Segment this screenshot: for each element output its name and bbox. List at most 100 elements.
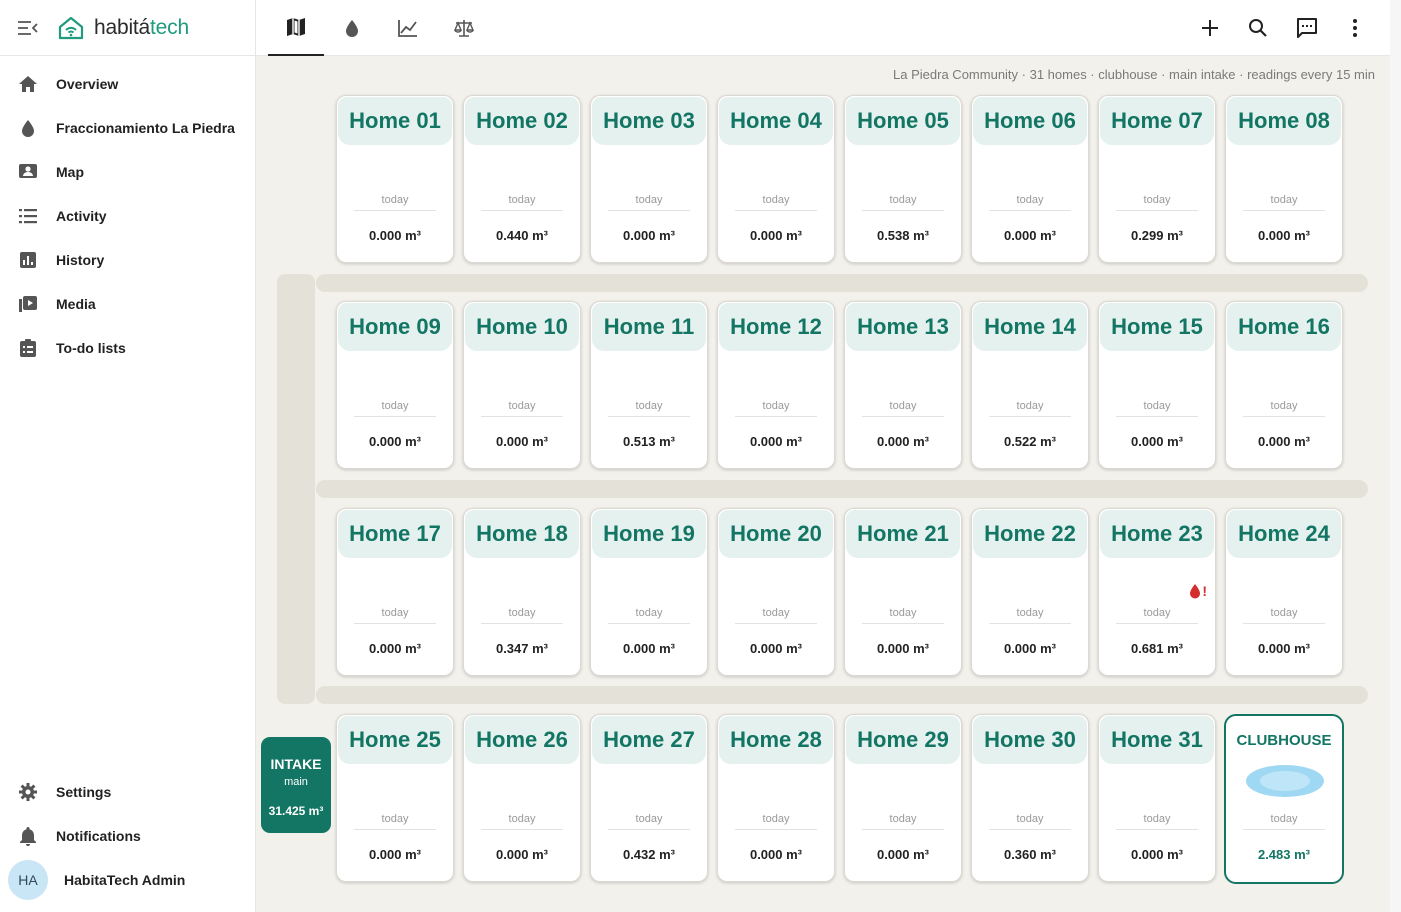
home-title: Home 15 [1100, 303, 1214, 351]
home-card[interactable]: Home 15 today 0.000 m³ [1098, 301, 1216, 469]
divider [354, 623, 436, 624]
today-label: today [1143, 813, 1171, 825]
sidebar-item-overview[interactable]: Overview [0, 62, 255, 106]
tab-water[interactable] [324, 0, 380, 56]
home-card[interactable]: Home 21 today 0.000 m³ [844, 508, 962, 676]
today-label: today [381, 607, 409, 619]
scrollbar[interactable] [1390, 0, 1401, 912]
divider [354, 210, 436, 211]
home-reading: 0.000 m³ [495, 847, 549, 862]
tab-balance[interactable] [436, 0, 492, 56]
today-label: today [762, 813, 790, 825]
home-card[interactable]: Home 26 today 0.000 m³ [463, 714, 581, 882]
home-title: Home 08 [1227, 97, 1341, 145]
today-label: today [1143, 194, 1171, 206]
home-card[interactable]: Home 29 today 0.000 m³ [844, 714, 962, 882]
community-map: La Piedra Community · 31 homes · clubhou… [256, 56, 1390, 912]
clubhouse-card[interactable]: CLUBHOUSE today 2.483 m³ [1224, 714, 1344, 884]
home-reading: 0.538 m³ [876, 228, 930, 243]
scale-icon [453, 20, 475, 37]
sidebar-item-map[interactable]: Map [0, 150, 255, 194]
divider [481, 623, 563, 624]
home-card[interactable]: Home 23! today 0.681 m³ [1098, 508, 1216, 676]
home-card[interactable]: Home 16 today 0.000 m³ [1225, 301, 1343, 469]
today-label: today [1016, 400, 1044, 412]
tab-map[interactable] [268, 0, 324, 56]
divider [481, 416, 563, 417]
home-card[interactable]: Home 25 today 0.000 m³ [336, 714, 454, 882]
today-label: today [762, 400, 790, 412]
sidebar-header: habitátech [0, 0, 255, 56]
menu-collapse-icon[interactable] [16, 16, 40, 40]
sidebar-item-media[interactable]: Media [0, 282, 255, 326]
home-card[interactable]: Home 05 today 0.538 m³ [844, 95, 962, 263]
home-card[interactable]: Home 27 today 0.432 m³ [590, 714, 708, 882]
user-profile[interactable]: HA HabitaTech Admin [0, 858, 255, 902]
sidebar-item-todo[interactable]: To-do lists [0, 326, 255, 370]
home-card[interactable]: Home 08 today 0.000 m³ [1225, 95, 1343, 263]
divider [989, 416, 1071, 417]
home-card[interactable]: Home 07 today 0.299 m³ [1098, 95, 1216, 263]
home-card[interactable]: Home 24 today 0.000 m³ [1225, 508, 1343, 676]
leak-drop-icon [1190, 584, 1201, 599]
brand-logo[interactable]: habitátech [58, 16, 189, 40]
home-card[interactable]: Home 13 today 0.000 m³ [844, 301, 962, 469]
home-card[interactable]: Home 03 today 0.000 m³ [590, 95, 708, 263]
home-title: Home 25 [338, 716, 452, 764]
home-card[interactable]: Home 10 today 0.000 m³ [463, 301, 581, 469]
home-title: Home 27 [592, 716, 706, 764]
divider [735, 623, 817, 624]
sidebar-item-history[interactable]: History [0, 238, 255, 282]
home-reading: 0.000 m³ [368, 847, 422, 862]
home-card[interactable]: Home 19 today 0.000 m³ [590, 508, 708, 676]
divider [481, 829, 563, 830]
sidebar-item-label: Activity [56, 208, 107, 224]
more-menu-button[interactable] [1339, 12, 1371, 44]
divider [989, 623, 1071, 624]
add-button[interactable] [1194, 12, 1226, 44]
home-card[interactable]: Home 11 today 0.513 m³ [590, 301, 708, 469]
intake-card[interactable]: INTAKE main 31.425 m³ [261, 737, 331, 833]
home-card[interactable]: Home 20 today 0.000 m³ [717, 508, 835, 676]
water-drop-icon [18, 118, 38, 138]
home-reading: 0.522 m³ [1003, 434, 1057, 449]
tab-trends[interactable] [380, 0, 436, 56]
home-card[interactable]: Home 31 today 0.000 m³ [1098, 714, 1216, 882]
home-title: Home 05 [846, 97, 960, 145]
home-reading: 0.440 m³ [495, 228, 549, 243]
today-label: today [635, 194, 663, 206]
divider [608, 829, 690, 830]
assist-button[interactable] [1291, 12, 1323, 44]
home-card[interactable]: Home 18 today 0.347 m³ [463, 508, 581, 676]
home-card[interactable]: Home 04 today 0.000 m³ [717, 95, 835, 263]
divider [608, 623, 690, 624]
home-card[interactable]: Home 14 today 0.522 m³ [971, 301, 1089, 469]
home-card[interactable]: Home 22 today 0.000 m³ [971, 508, 1089, 676]
divider [862, 623, 944, 624]
sidebar-item-settings[interactable]: Settings [0, 770, 255, 814]
today-label: today [381, 400, 409, 412]
home-card[interactable]: Home 17 today 0.000 m³ [336, 508, 454, 676]
sidebar-item-activity[interactable]: Activity [0, 194, 255, 238]
sidebar-item-fraccionamiento[interactable]: Fraccionamiento La Piedra [0, 106, 255, 150]
home-card[interactable]: Home 12 today 0.000 m³ [717, 301, 835, 469]
home-reading: 0.000 m³ [622, 228, 676, 243]
home-title: Home 31 [1100, 716, 1214, 764]
home-card[interactable]: Home 01 today 0.000 m³ [336, 95, 454, 263]
home-reading: 0.347 m³ [495, 641, 549, 656]
home-card[interactable]: Home 30 today 0.360 m³ [971, 714, 1089, 882]
chart-icon [18, 250, 38, 270]
chat-icon [1297, 18, 1317, 38]
home-card[interactable]: Home 06 today 0.000 m³ [971, 95, 1089, 263]
home-card[interactable]: Home 28 today 0.000 m³ [717, 714, 835, 882]
home-reading: 0.000 m³ [1130, 847, 1184, 862]
intake-reading: 31.425 m³ [268, 804, 324, 818]
home-card[interactable]: Home 09 today 0.000 m³ [336, 301, 454, 469]
sidebar-item-notifications[interactable]: Notifications [0, 814, 255, 858]
home-title: Home 07 [1100, 97, 1214, 145]
home-card[interactable]: Home 02 today 0.440 m³ [463, 95, 581, 263]
today-label: today [762, 194, 790, 206]
home-reading: 0.000 m³ [1130, 434, 1184, 449]
search-button[interactable] [1242, 12, 1274, 44]
today-label: today [1143, 607, 1171, 619]
